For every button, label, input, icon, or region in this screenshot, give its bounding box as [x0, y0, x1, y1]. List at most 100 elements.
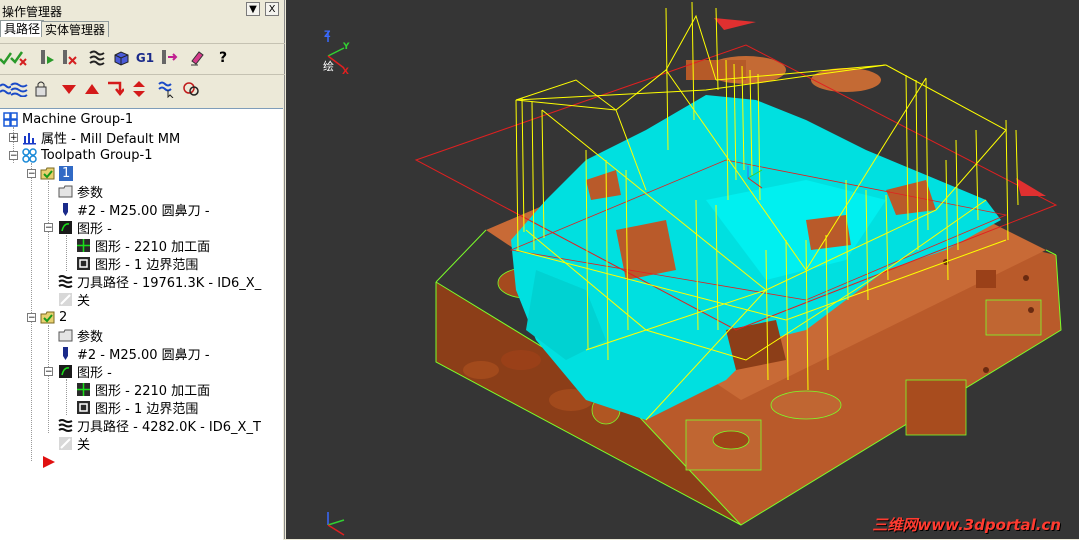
post-lock-button[interactable]	[30, 79, 52, 99]
svg-text:X: X	[342, 67, 349, 77]
solid-verify-button[interactable]	[110, 48, 132, 68]
boundary-icon	[77, 400, 90, 414]
op2-tool[interactable]: #2 - M25.00 圆鼻刀 -	[58, 344, 210, 363]
op1-geometry-boundary[interactable]: 图形 - 1 边界范围	[76, 254, 198, 273]
insert-point-marker[interactable]	[42, 453, 56, 471]
operation-folder-check-icon	[40, 167, 55, 179]
op1-expander[interactable]: −	[27, 169, 36, 179]
highfeed-button[interactable]	[158, 48, 180, 68]
waves-blue-icon	[10, 82, 28, 97]
machine-group-label: Machine Group-1	[22, 111, 134, 127]
circles-icon	[183, 82, 199, 96]
op1-tool[interactable]: #2 - M25.00 圆鼻刀 -	[58, 200, 210, 219]
tab-solids-manager[interactable]: 实体管理器	[41, 21, 110, 37]
endmill-tool-icon	[63, 346, 68, 360]
insert-arrow-button[interactable]	[104, 79, 126, 99]
delete-toolpaths-button[interactable]	[186, 48, 208, 68]
tree-machine-group[interactable]: Machine Group-1	[3, 110, 133, 128]
tree-toolpath-group[interactable]: Toolpath Group-1	[22, 146, 152, 164]
surface-grid-icon	[77, 238, 90, 252]
op2-expander[interactable]: −	[27, 313, 36, 323]
toolpath-display-button[interactable]	[86, 48, 108, 68]
operation-folder-check-icon	[40, 311, 55, 323]
geometry-icon	[59, 220, 72, 234]
off-icon	[59, 436, 72, 450]
op2-geometry[interactable]: 图形 -	[58, 362, 112, 381]
check-cross-icon	[10, 51, 27, 66]
op2-geometry-boundary[interactable]: 图形 - 1 边界范围	[76, 398, 198, 417]
panel-titlebar: 操作管理器 ▼ X	[0, 0, 285, 20]
boundary-icon	[77, 256, 90, 270]
op2-geometry-expander[interactable]: −	[44, 367, 53, 377]
waves-cursor-icon	[158, 81, 174, 98]
insert-arrow-icon	[108, 81, 124, 97]
properties-bars-icon	[23, 132, 36, 144]
insert-arrow-icon	[43, 456, 55, 468]
toolpath-waves-icon	[58, 274, 73, 288]
tool-cross-icon	[63, 50, 77, 65]
regenerate-button[interactable]	[8, 48, 30, 68]
tool-play-icon	[41, 50, 54, 64]
pin-button[interactable]: ▼	[246, 2, 260, 16]
eraser-icon	[191, 51, 204, 66]
tree-operation-1[interactable]: 1	[40, 164, 74, 182]
verify-button[interactable]	[58, 48, 80, 68]
geometry-icon	[59, 364, 72, 378]
params-folder-icon	[58, 329, 73, 341]
op1-off[interactable]: 关	[58, 290, 90, 309]
properties-label: 属性 - Mill Default MM	[41, 131, 181, 147]
off-icon	[59, 292, 72, 306]
surface-grid-icon	[77, 382, 90, 396]
tree-properties[interactable]: 属性 - Mill Default MM	[22, 128, 181, 147]
cube-icon	[114, 51, 129, 66]
operations-tree: Machine Group-1 + 属性 - Mill Default MM −…	[0, 108, 283, 540]
model-view[interactable]: Z Y X 绘	[286, 0, 1079, 539]
op1-geometry-expander[interactable]: −	[44, 223, 53, 233]
properties-expander[interactable]: +	[9, 133, 18, 143]
toolpath-waves-icon	[89, 50, 105, 66]
op1-label: 1	[59, 165, 74, 181]
tool-arrow-icon	[162, 50, 178, 64]
view-axis-triad: Z Y X 绘	[323, 30, 350, 77]
move-up-button[interactable]	[81, 79, 103, 99]
op2-label: 2	[59, 309, 68, 325]
graphics-viewport[interactable]: Z Y X 绘 三维网www.3dportal.cn	[286, 0, 1079, 539]
toolpath-group-expander[interactable]: −	[9, 151, 18, 161]
panel-title: 操作管理器	[2, 5, 63, 19]
machine-group-icon	[3, 111, 18, 127]
expand-collapse-button[interactable]	[128, 79, 150, 99]
tree-operation-2[interactable]: 2	[40, 308, 67, 326]
toolpath-group-label: Toolpath Group-1	[41, 147, 153, 163]
toolpath-group-icon	[22, 147, 37, 163]
op1-geometry[interactable]: 图形 -	[58, 218, 112, 237]
close-panel-button[interactable]: X	[265, 2, 279, 16]
watermark: 三维网www.3dportal.cn	[872, 516, 1061, 534]
select-toolpaths-button[interactable]	[156, 79, 178, 99]
padlock-icon	[35, 81, 47, 97]
op1-toolpath[interactable]: 刀具路径 - 19761.3K - ID6_X_	[58, 272, 261, 291]
help-button[interactable]: ?	[212, 48, 234, 68]
svg-text:Z: Z	[324, 30, 331, 40]
op2-geometry-surfaces[interactable]: 图形 - 2210 加工面	[76, 380, 210, 399]
move-down-button[interactable]	[58, 79, 80, 99]
triangle-up-icon	[85, 84, 99, 94]
post-g1-button[interactable]: G1	[134, 48, 156, 68]
toggle-display-button[interactable]	[8, 79, 30, 99]
endmill-tool-icon	[63, 202, 68, 216]
toolpath-waves-icon	[58, 418, 73, 432]
bottom-axis-triad	[327, 512, 345, 536]
op2-toolpath[interactable]: 刀具路径 - 4282.0K - ID6_X_T	[58, 416, 261, 435]
toolbar-row-2	[0, 74, 285, 101]
params-folder-icon	[58, 185, 73, 197]
op2-off[interactable]: 关	[58, 434, 90, 453]
tab-toolpaths[interactable]: 具路径	[0, 20, 45, 37]
op2-params[interactable]: 参数	[58, 326, 103, 345]
backplot-button[interactable]	[36, 48, 58, 68]
view-label: 绘	[323, 59, 334, 73]
triangle-down-icon	[62, 85, 76, 94]
toolbar-row-1: G1 ?	[0, 43, 285, 70]
display-options-button[interactable]	[180, 79, 202, 99]
op1-params[interactable]: 参数	[58, 182, 103, 201]
panel-tabs: 具路径 实体管理器	[0, 20, 285, 37]
op1-geometry-surfaces[interactable]: 图形 - 2210 加工面	[76, 236, 210, 255]
